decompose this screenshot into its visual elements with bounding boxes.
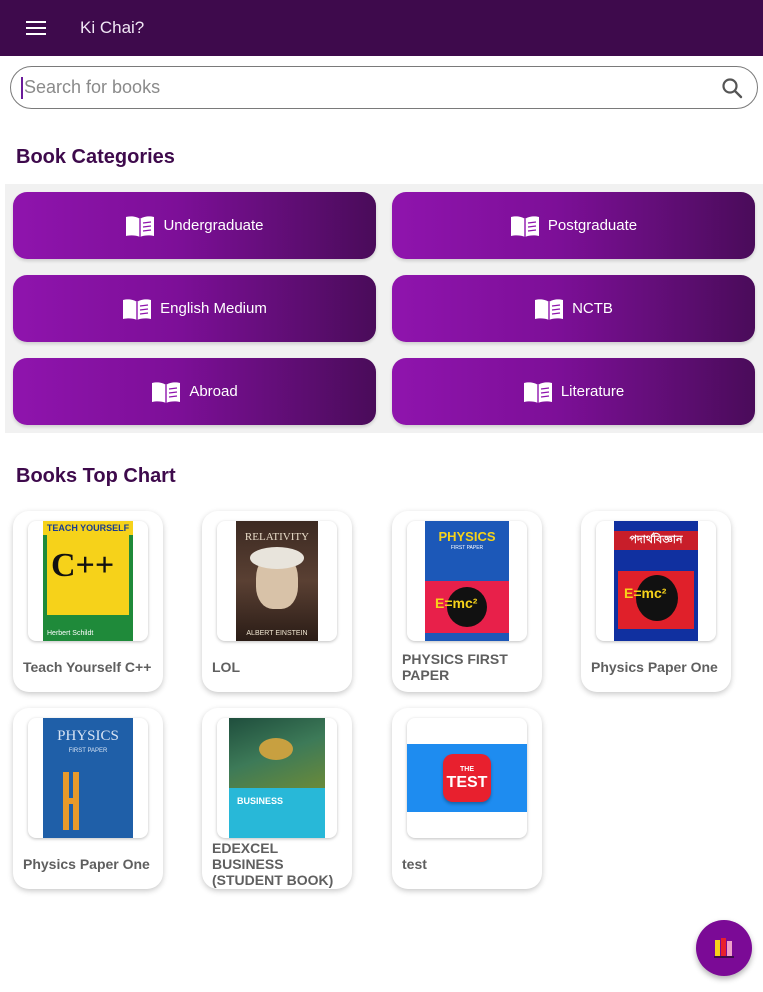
category-literature[interactable]: Literature (392, 358, 755, 425)
book-cover: TEACH YOURSELF C++ Herbert Schildt (28, 521, 148, 641)
open-book-icon (151, 380, 181, 404)
cover-title: PHYSICS (438, 529, 496, 544)
cover-title: পদার্থবিজ্ঞান (614, 531, 698, 550)
categories-grid: Undergraduate Postgraduate English Mediu… (5, 184, 763, 433)
book-cover: BUSINESS (217, 718, 337, 838)
book-cover: RELATIVITY ALBERT EINSTEIN (217, 521, 337, 641)
search-icon[interactable] (719, 75, 745, 101)
categories-heading: Book Categories (16, 146, 175, 168)
category-postgraduate[interactable]: Postgraduate (392, 192, 755, 259)
book-card-edexcel-business[interactable]: BUSINESS EDEXCEL BUSINESS (STUDENT BOOK) (202, 708, 352, 889)
cover-subtitle: FIRST PAPER (450, 545, 484, 551)
book-cover: PHYSICS FIRST PAPER (28, 718, 148, 838)
cover-big-text: C++ (51, 547, 115, 584)
cover-title: RELATIVITY (244, 531, 310, 543)
cover-subtitle: FIRST PAPER (68, 748, 108, 754)
category-label: Undergraduate (163, 217, 264, 234)
open-book-icon (125, 214, 155, 238)
hamburger-icon (26, 21, 46, 35)
books-fab-button[interactable] (696, 920, 752, 976)
book-card-lol[interactable]: RELATIVITY ALBERT EINSTEIN LOL (202, 511, 352, 692)
search-bar (10, 66, 758, 109)
category-label: NCTB (572, 300, 613, 317)
cover-author: ALBERT EINSTEIN (246, 630, 308, 637)
book-title: Teach Yourself C++ (23, 659, 152, 675)
category-nctb[interactable]: NCTB (392, 275, 755, 342)
cover-author: Herbert Schildt (47, 630, 94, 637)
search-input[interactable] (24, 77, 719, 98)
book-card-physics-paper-one[interactable]: পদার্থবিজ্ঞান E=mc² Physics Paper One (581, 511, 731, 692)
book-title: PHYSICS FIRST PAPER (402, 651, 508, 683)
category-label: Literature (560, 383, 625, 400)
open-book-icon (122, 297, 152, 321)
app-title: Ki Chai? (80, 18, 145, 37)
category-label: Postgraduate (547, 217, 638, 234)
books-icon (714, 938, 734, 958)
book-title: LOL (212, 659, 240, 675)
book-title: EDEXCEL BUSINESS (STUDENT BOOK) (212, 840, 334, 888)
book-cover: পদার্থবিজ্ঞান E=mc² (596, 521, 716, 641)
app-bar: Ki Chai? (0, 0, 763, 56)
open-book-icon (534, 297, 564, 321)
category-undergraduate[interactable]: Undergraduate (13, 192, 376, 259)
cover-title: BUSINESS (237, 796, 284, 806)
cover-big-text: E=mc² (624, 585, 667, 601)
menu-button[interactable] (0, 0, 72, 56)
text-cursor (21, 76, 23, 99)
cover-title: PHYSICS (57, 728, 119, 744)
cover-small-text: THE (460, 765, 474, 773)
book-card-teach-yourself-cpp[interactable]: TEACH YOURSELF C++ Herbert Schildt Teach… (13, 511, 163, 692)
book-cover: THE TEST (407, 718, 527, 838)
category-english-medium[interactable]: English Medium (13, 275, 376, 342)
book-title: test (402, 856, 427, 872)
book-title: Physics Paper One (23, 856, 150, 872)
book-card-test[interactable]: THE TEST test (392, 708, 542, 889)
category-label: Abroad (189, 383, 238, 400)
top-chart-heading: Books Top Chart (16, 465, 176, 487)
cover-big-text: E=mc² (435, 595, 478, 611)
category-label: English Medium (160, 300, 267, 317)
book-card-physics-first-paper[interactable]: PHYSICS FIRST PAPER E=mc² PHYSICS FIRST … (392, 511, 542, 692)
book-cover: PHYSICS FIRST PAPER E=mc² (407, 521, 527, 641)
book-card-physics-paper-one-2[interactable]: PHYSICS FIRST PAPER Physics Paper One (13, 708, 163, 889)
cover-title: TEACH YOURSELF (43, 521, 133, 535)
book-title: Physics Paper One (591, 659, 718, 675)
open-book-icon (523, 380, 553, 404)
open-book-icon (510, 214, 540, 238)
cover-big-text: TEST (446, 773, 488, 791)
category-abroad[interactable]: Abroad (13, 358, 376, 425)
